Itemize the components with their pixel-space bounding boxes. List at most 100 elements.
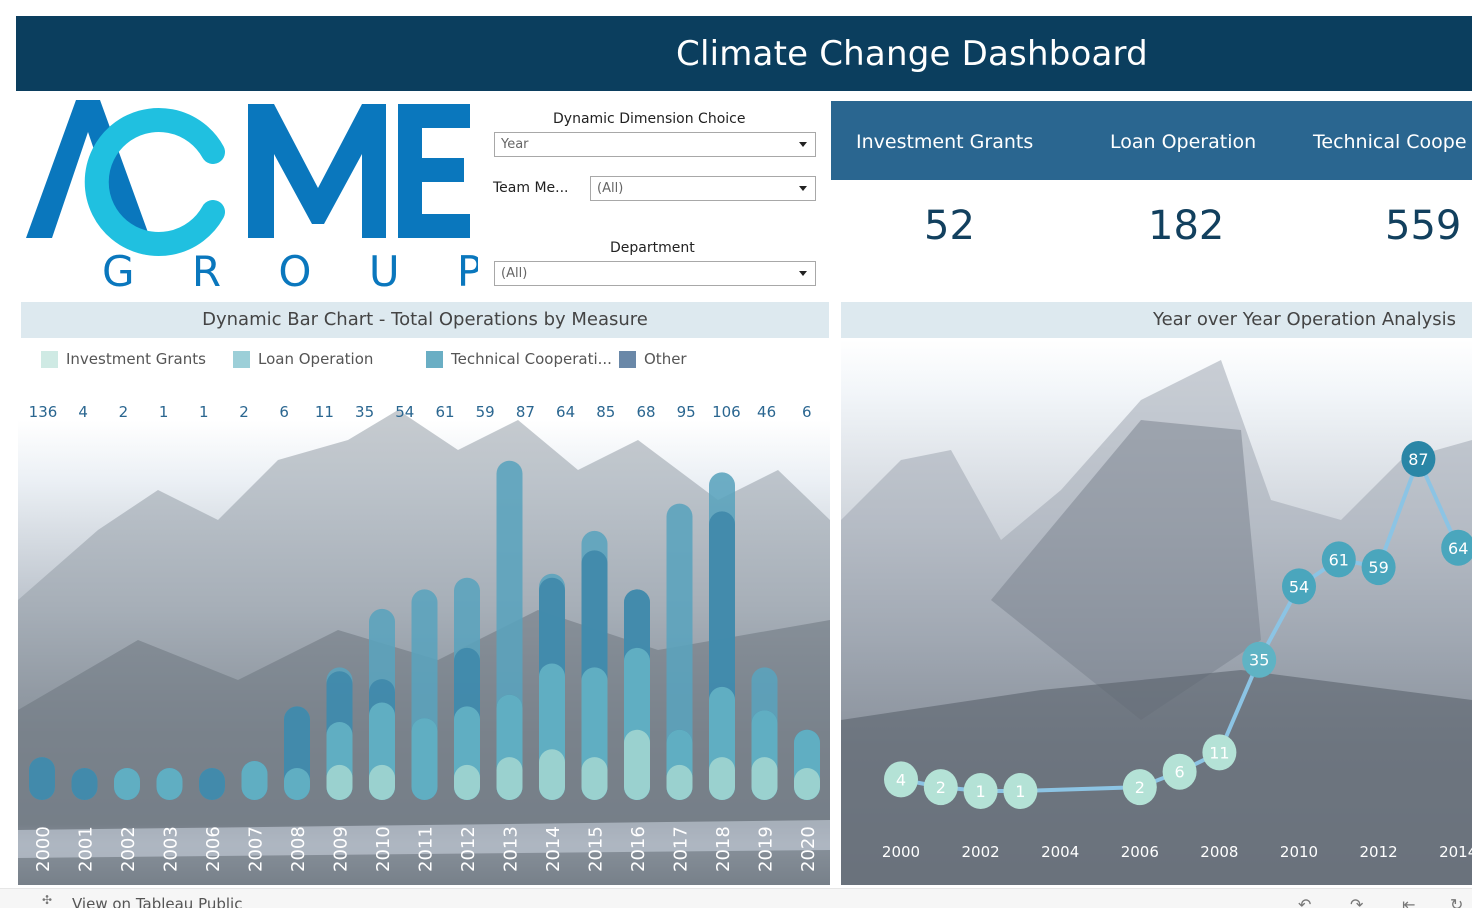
bar-group-2017[interactable]: [666, 503, 693, 800]
bar-segment-investment-grants[interactable]: [326, 764, 353, 800]
bar-group-2008[interactable]: [284, 706, 310, 800]
dimension-choice-select[interactable]: Year: [494, 132, 816, 157]
bar-group-2007[interactable]: [241, 761, 268, 800]
tableau-logo-icon: ✣: [42, 893, 53, 907]
dashboard: Climate Change Dashboard G R O U P Dynam…: [0, 0, 1472, 908]
chevron-down-icon: [799, 271, 807, 276]
bar-group-2020[interactable]: [794, 729, 820, 800]
bar-group-2019[interactable]: [751, 667, 778, 800]
bar-segment-loan-operation[interactable]: [156, 768, 183, 800]
bar-segment-loan-operation[interactable]: [411, 718, 438, 800]
bar-segment-investment-grants[interactable]: [454, 764, 480, 800]
line-point-2008[interactable]: 11: [1202, 734, 1237, 771]
x-tick-label: 2001: [76, 826, 97, 872]
x-tick-label: 2000: [33, 826, 54, 872]
bar-group-2016[interactable]: [624, 589, 650, 800]
undo-icon[interactable]: ↶: [1298, 895, 1311, 908]
line-point-2003[interactable]: 1: [1003, 773, 1038, 809]
bar-segment-investment-grants[interactable]: [539, 749, 565, 800]
bar-segment-investment-grants[interactable]: [709, 757, 735, 800]
bar-segment-other[interactable]: [199, 768, 225, 800]
bar-chart: 2000 2001 2002 2003 2006 2007 2008 2009 2010 2011…: [29, 460, 820, 872]
bar-group-2000[interactable]: [29, 757, 55, 800]
bar-segment-loan-operation[interactable]: [114, 768, 140, 800]
bar-group-2012[interactable]: [454, 577, 480, 800]
bar-group-2006[interactable]: [199, 768, 225, 800]
x-tick-label: 2013: [501, 826, 522, 872]
line-point-2010[interactable]: 54: [1282, 568, 1316, 605]
x-tick-label: 2015: [586, 826, 607, 872]
bar-segment-loan-operation[interactable]: [284, 768, 310, 800]
bar-segment-investment-grants[interactable]: [496, 757, 523, 800]
point-value-label: 61: [1329, 550, 1349, 569]
legend-label: Investment Grants: [66, 350, 206, 368]
legend-label: Other: [644, 350, 687, 368]
x-tick-label: 2018: [713, 826, 734, 872]
point-value-label: 2: [936, 778, 946, 797]
bar-group-2015[interactable]: [581, 530, 608, 800]
bar-group-2013[interactable]: [496, 460, 523, 800]
legend-item-technical-cooperation[interactable]: Technical Cooperati...: [426, 349, 612, 369]
department-label: Department: [610, 240, 695, 256]
bar-group-2014[interactable]: [539, 573, 565, 800]
line-point-2002[interactable]: 1: [963, 773, 998, 809]
x-tick-label: 2010: [373, 826, 394, 872]
dashboard-title: Climate Change Dashboard: [676, 34, 1148, 74]
bar-segment-other[interactable]: [71, 768, 98, 800]
dimension-choice-value: Year: [501, 137, 529, 152]
chevron-down-icon: [799, 142, 807, 147]
point-value-label: 6: [1175, 763, 1185, 782]
bar-group-2003[interactable]: [156, 768, 183, 800]
point-value-label: 11: [1209, 743, 1229, 762]
x-tick-label: 2002: [962, 843, 1000, 861]
line-point-2014[interactable]: 64: [1441, 529, 1472, 566]
department-select[interactable]: (All): [494, 261, 816, 286]
line-point-2000[interactable]: 4: [884, 761, 918, 798]
acme-group-logo: G R O U P: [18, 92, 482, 296]
x-tick-label: 2006: [203, 826, 224, 872]
bar-segment-investment-grants[interactable]: [581, 757, 608, 800]
line-point-2012[interactable]: 59: [1361, 549, 1396, 586]
bar-group-2011[interactable]: [411, 589, 438, 800]
x-tick-label: 2011: [416, 826, 437, 872]
bar-segment-investment-grants[interactable]: [624, 729, 650, 800]
legend-item-other[interactable]: Other: [619, 349, 687, 369]
bar-chart-title-text: Dynamic Bar Chart - Total Operations by …: [202, 309, 648, 330]
kpi-title-investment-grants: Investment Grants: [856, 131, 1034, 153]
bar-segment-investment-grants[interactable]: [794, 768, 820, 800]
dashboard-header: Climate Change Dashboard: [16, 16, 1472, 91]
kpi-title-technical-cooperation: Technical Coope: [1313, 131, 1467, 153]
kpi-value-investment-grants: 52: [924, 203, 975, 249]
bar-segment-other[interactable]: [29, 757, 55, 800]
line-point-2009[interactable]: 35: [1242, 641, 1277, 678]
legend-item-loan-operation[interactable]: Loan Operation: [233, 349, 373, 369]
legend-item-investment-grants[interactable]: Investment Grants: [41, 349, 206, 369]
point-value-label: 2: [1135, 778, 1145, 797]
line-point-2006[interactable]: 2: [1122, 769, 1157, 806]
bar-segment-investment-grants[interactable]: [369, 764, 395, 800]
redo-icon[interactable]: ↷: [1350, 895, 1363, 908]
view-on-tableau-public-link[interactable]: View on Tableau Public: [72, 895, 242, 908]
refresh-icon[interactable]: ↻: [1450, 895, 1463, 908]
point-value-label: 4: [896, 770, 906, 789]
team-member-select[interactable]: (All): [590, 176, 816, 201]
line-point-2001[interactable]: 2: [923, 769, 958, 806]
bar-group-2001[interactable]: [71, 768, 98, 800]
bar-segment-loan-operation[interactable]: [241, 761, 268, 800]
bar-segment-investment-grants[interactable]: [751, 757, 778, 800]
bar-group-2002[interactable]: [114, 768, 140, 800]
line-point-2011[interactable]: 61: [1321, 541, 1356, 578]
bar-segment-investment-grants[interactable]: [666, 764, 693, 800]
bar-group-2009[interactable]: [326, 667, 353, 800]
bar-group-2010[interactable]: [369, 608, 395, 800]
legend-label: Loan Operation: [258, 350, 374, 368]
x-tick-label: 2009: [331, 826, 352, 872]
line-point-2007[interactable]: 6: [1162, 753, 1197, 790]
team-member-value: (All): [597, 181, 624, 196]
x-tick-label: 2014: [543, 826, 564, 872]
line-point-2013[interactable]: 87: [1401, 441, 1436, 477]
bar-group-2018[interactable]: [709, 472, 735, 800]
x-tick-label: 2010: [1280, 843, 1318, 861]
revert-icon[interactable]: ⇤: [1402, 895, 1415, 908]
logo-letter-e: [398, 104, 470, 238]
